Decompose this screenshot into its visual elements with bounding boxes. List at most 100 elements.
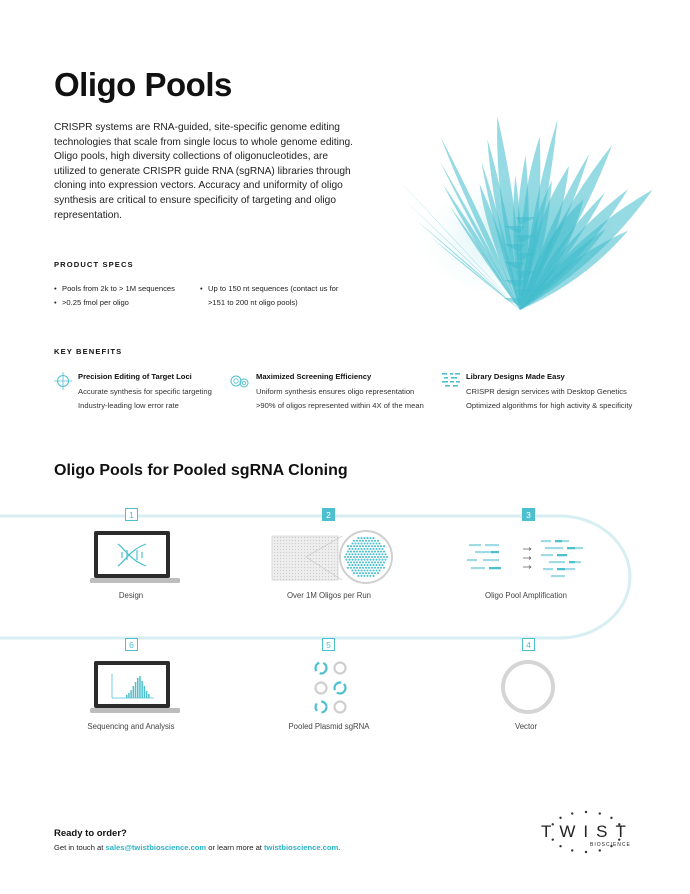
oligo-dot	[376, 561, 380, 564]
oligo-dot	[358, 572, 362, 575]
cta-title: Ready to order?	[54, 828, 127, 839]
oligo-dot	[351, 564, 354, 567]
oligo-dot	[346, 561, 350, 564]
oligo-dot	[375, 569, 378, 572]
step-label-sequencing: Sequencing and Analysis	[87, 722, 175, 731]
oligo-dot	[363, 553, 366, 556]
oligo-dot	[370, 550, 374, 553]
website-link[interactable]: twistbioscience.com	[264, 843, 338, 852]
oligo-dot	[361, 572, 365, 575]
oligo-dot	[358, 561, 362, 564]
oligo-dot	[369, 574, 372, 577]
oligo-dot	[382, 550, 386, 553]
oligo-dot	[357, 537, 360, 540]
oligo-dot	[382, 561, 386, 564]
oligo-dot	[349, 561, 353, 564]
oligo-dot	[357, 542, 360, 545]
oligo-dot	[351, 553, 354, 556]
logo-dot	[571, 812, 574, 815]
step-label-plasmid: Pooled Plasmid sgRNA	[288, 722, 370, 731]
oligo-dot	[352, 539, 356, 542]
oligo-dot	[358, 566, 362, 569]
oligo-dot	[357, 564, 360, 567]
oligo-dot	[364, 555, 368, 559]
logo-dot	[584, 810, 588, 814]
histogram-bar	[143, 686, 146, 698]
crosshair-icon	[54, 372, 72, 390]
oligo-dot	[343, 555, 347, 559]
oligo-dot	[363, 558, 366, 561]
histogram-bar	[128, 693, 130, 698]
oligo-dot	[354, 564, 357, 567]
amplification-icon	[467, 540, 583, 578]
oligo-dot	[361, 545, 365, 548]
oligo-dot	[358, 545, 362, 548]
email-link[interactable]: sales@twistbioscience.com	[106, 843, 207, 852]
oligo-dot	[379, 561, 383, 564]
oligo-dot	[348, 547, 351, 550]
oligo-dot	[360, 547, 363, 550]
oligo-dot	[345, 558, 348, 561]
cta-line: Get in touch at sales@twistbioscience.co…	[54, 843, 341, 852]
oligo-dot	[358, 550, 362, 553]
oligo-dot	[357, 558, 360, 561]
spec-list-left: • Pools from 2k to > 1M sequences • >0.25 …	[54, 282, 175, 309]
histogram-bar	[126, 695, 128, 698]
oligo-dot	[346, 545, 350, 548]
oligo-dot	[375, 542, 378, 545]
oligo-dot	[346, 555, 350, 559]
oligo-dot	[364, 561, 368, 564]
oligo-dot	[363, 569, 366, 572]
histogram-bar	[139, 676, 141, 698]
oligo-dot	[352, 566, 356, 569]
oligo-dot	[360, 564, 363, 567]
logo-dot	[571, 849, 574, 852]
logo-dot	[559, 816, 562, 820]
oligo-dot	[361, 566, 365, 569]
oligo-dot	[376, 539, 380, 542]
oligo-dot	[364, 550, 368, 553]
oligo-dot	[370, 555, 374, 559]
oligo-array-icon	[271, 530, 393, 584]
oligo-dot	[381, 547, 384, 550]
oligo-dot	[385, 555, 389, 559]
oligo-dot	[375, 558, 378, 561]
oligo-dot	[354, 547, 357, 550]
oligo-dot	[352, 555, 356, 559]
oligo-dot	[348, 558, 351, 561]
oligo-dot	[382, 545, 386, 548]
oligo-dot	[363, 537, 366, 540]
oligo-dot	[360, 569, 363, 572]
oligo-dot	[379, 555, 383, 559]
spec-item: • Up to 150 nt sequences (contact us for	[200, 284, 339, 293]
oligo-dot	[370, 572, 374, 575]
oligo-dot	[348, 564, 351, 567]
benefit-library: Library Designs Made Easy CRISPR design …	[466, 372, 633, 410]
oligo-dot	[367, 572, 371, 575]
benefit-screening: Maximized Screening Efficiency Uniform s…	[256, 372, 424, 410]
oligo-dot	[349, 555, 353, 559]
oligo-dot	[349, 545, 353, 548]
oligo-dot	[378, 547, 381, 550]
oligo-dot	[346, 550, 350, 553]
histogram-bar	[145, 691, 148, 698]
oligo-dot	[370, 545, 374, 548]
oligo-dot	[366, 569, 369, 572]
step-number-4: 4	[522, 638, 535, 651]
oligo-dot	[351, 542, 354, 545]
oligo-dot	[354, 542, 357, 545]
oligo-dot	[355, 566, 359, 569]
oligo-dot	[360, 553, 363, 556]
oligo-dot	[366, 564, 369, 567]
logo-subtitle: BIOSCIENCE	[590, 842, 631, 848]
oligo-dot	[382, 555, 386, 559]
histogram-bar	[148, 694, 150, 698]
oligo-dot	[376, 555, 380, 559]
step-label-design: Design	[118, 591, 144, 600]
logo-dot	[559, 844, 562, 848]
oligo-dot	[367, 555, 371, 559]
oligo-dot	[369, 553, 372, 556]
spec-list-right: • Up to 150 nt sequences (contact us for …	[200, 282, 338, 309]
key-benefits-heading: KEY BENEFITS	[54, 347, 123, 356]
oligo-dot	[360, 542, 363, 545]
